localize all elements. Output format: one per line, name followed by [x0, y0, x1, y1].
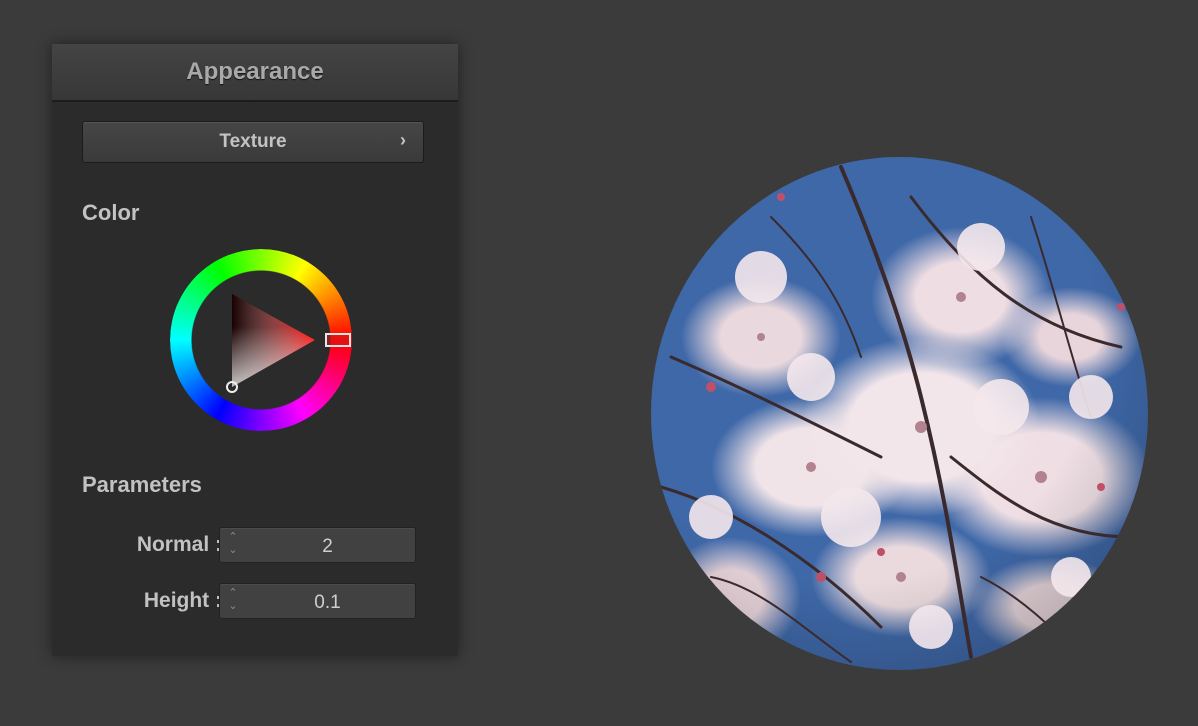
normal-label: Normal : [136, 533, 222, 556]
texture-button-label: Texture [219, 131, 287, 152]
panel-title: Appearance [186, 58, 324, 85]
textured-sphere[interactable] [651, 157, 1148, 670]
parameters-section-label: Parameters [82, 472, 202, 497]
chevron-right-icon: › [400, 130, 406, 150]
panel-header: Appearance [52, 44, 458, 102]
spinner-arrows[interactable]: ⌃ ⌄ [226, 587, 240, 615]
cherry-blossom-texture [659, 165, 1133, 663]
chevron-down-icon[interactable]: ⌄ [226, 600, 240, 613]
param-row-normal: Normal : ⌃ ⌄ 2 [82, 527, 422, 563]
chevron-up-icon[interactable]: ⌃ [226, 587, 240, 600]
normal-stepper[interactable]: ⌃ ⌄ 2 [219, 527, 416, 563]
color-wheel[interactable] [170, 249, 352, 431]
hue-handle[interactable] [325, 333, 351, 347]
spinner-arrows[interactable]: ⌃ ⌄ [226, 531, 240, 559]
color-section-label: Color [82, 200, 140, 225]
chevron-up-icon[interactable]: ⌃ [226, 531, 240, 544]
height-value[interactable]: 0.1 [240, 592, 415, 614]
chevron-down-icon[interactable]: ⌄ [226, 544, 240, 557]
normal-value[interactable]: 2 [240, 536, 415, 558]
texture-button[interactable]: Texture › [82, 121, 424, 163]
param-row-height: Height : ⌃ ⌄ 0.1 [82, 583, 422, 619]
height-stepper[interactable]: ⌃ ⌄ 0.1 [219, 583, 416, 619]
height-label: Height : [143, 589, 222, 612]
appearance-panel: Appearance Texture › Color Parameters No… [52, 44, 458, 656]
